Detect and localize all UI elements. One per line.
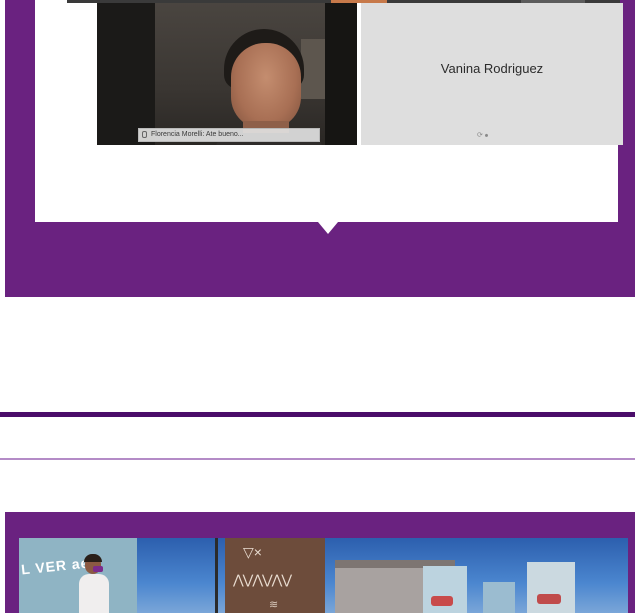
photo-banner: L VER ae [19, 538, 137, 613]
bottom-post-card: L VER ae ▽× ⋀⋁⋀⋁⋀⋁ ≋ [5, 512, 635, 613]
speech-bubble: Florencia Morelli: Ate bueno... Vanina R… [35, 0, 623, 222]
speaker-hair [84, 554, 102, 562]
speaker-body [79, 574, 109, 613]
speaker-mask [93, 566, 103, 572]
photo-flag-2-mark [537, 594, 561, 604]
tapestry-eye-icon: ≋ [269, 599, 279, 611]
muted-indicator-text: ⟳ ⦁ [477, 132, 489, 139]
top-post-card: Florencia Morelli: Ate bueno... Vanina R… [5, 0, 635, 297]
photo-tapestry: ▽× ⋀⋁⋀⋁⋀⋁ ≋ [225, 538, 325, 613]
event-photo[interactable]: L VER ae ▽× ⋀⋁⋀⋁⋀⋁ ≋ [19, 538, 628, 613]
participant-face [231, 43, 301, 129]
tapestry-zigzag-icon: ⋀⋁⋀⋁⋀⋁ [233, 572, 292, 587]
microphone-icon [142, 130, 147, 138]
video-background-shelf [301, 39, 327, 99]
photo-flag-1-mark [431, 596, 453, 606]
tapestry-triangle-icon: ▽× [243, 544, 262, 560]
participant-name-tag-text: Florencia Morelli: Ate bueno... [151, 131, 244, 138]
photo-speaker [79, 554, 109, 613]
speech-bubble-tail [318, 222, 338, 234]
section-divider-dark [0, 412, 635, 417]
participant-name-tile[interactable]: Vanina Rodriguez ⟳ ⦁ [361, 3, 623, 145]
photo-flag-3 [483, 582, 515, 613]
photo-pole [215, 538, 218, 613]
section-divider-light [0, 458, 635, 460]
participant-video-tile[interactable]: Florencia Morelli: Ate bueno... [97, 3, 357, 145]
photo-flag-2 [527, 562, 575, 613]
participant-name-tag: Florencia Morelli: Ate bueno... [138, 128, 320, 142]
muted-indicator: ⟳ ⦁ [477, 131, 488, 140]
participant-name-label: Vanina Rodriguez [440, 61, 544, 76]
video-gallery: Florencia Morelli: Ate bueno... Vanina R… [67, 0, 623, 145]
video-background-edge [325, 3, 357, 145]
